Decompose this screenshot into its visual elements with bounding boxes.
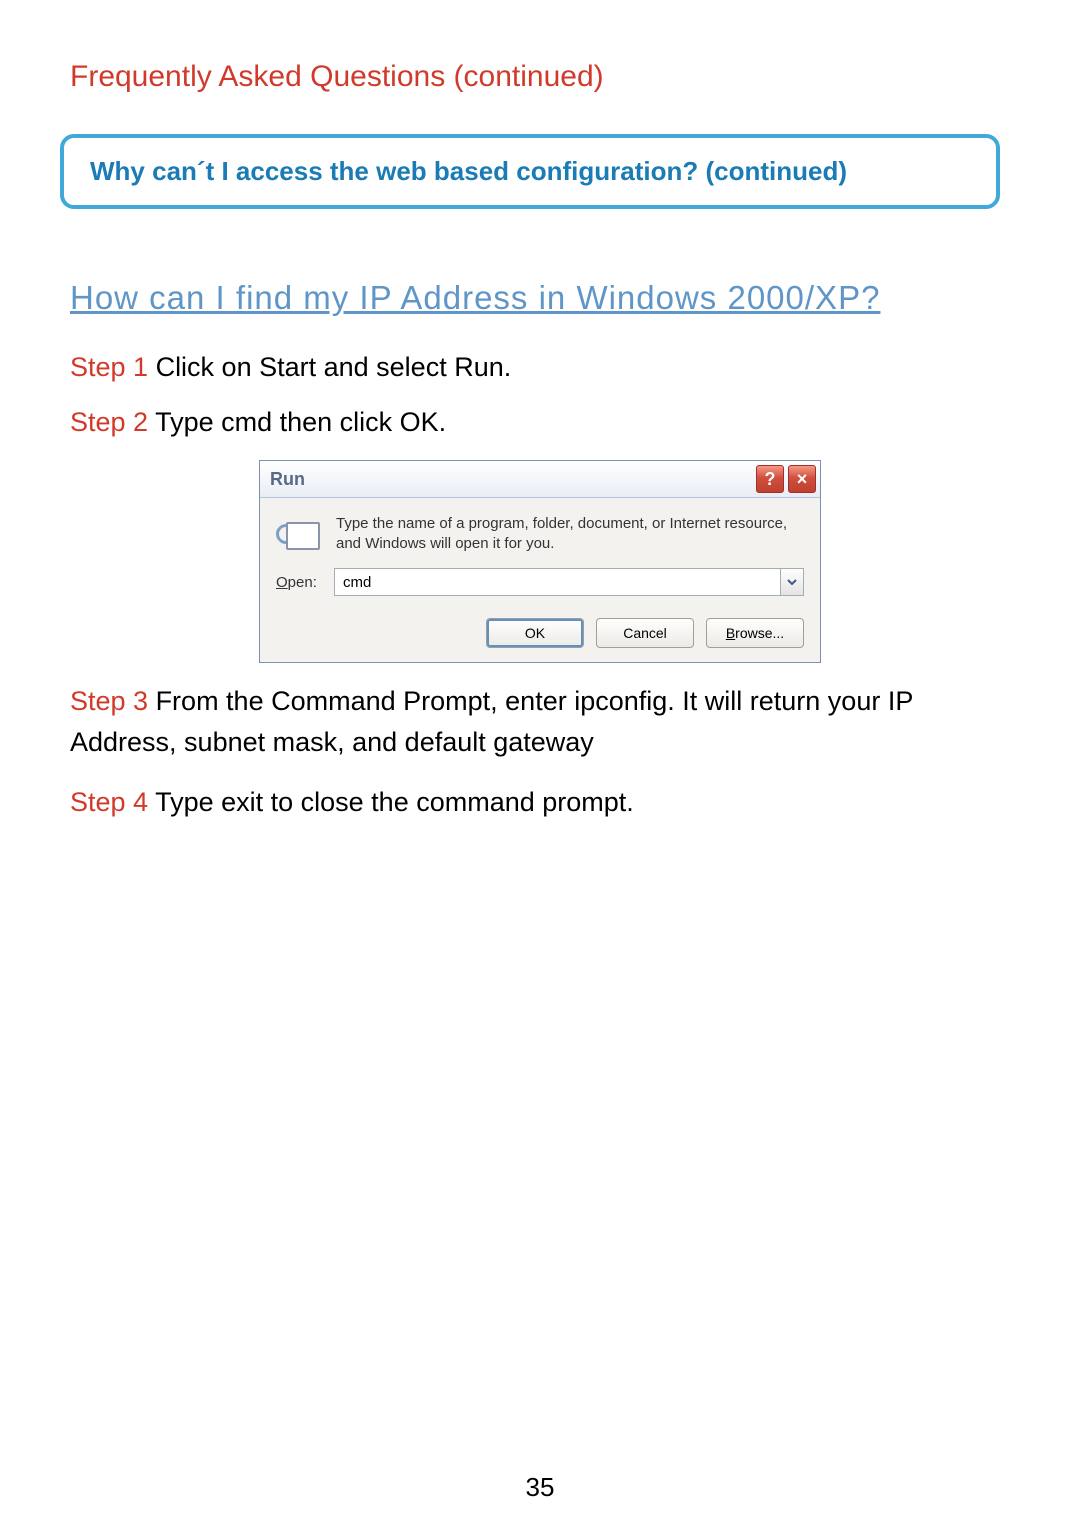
step-2: Step 2 Type cmd then click OK.	[70, 402, 1010, 443]
step-4: Step 4 Type exit to close the command pr…	[70, 782, 1010, 823]
page-number: 35	[0, 1472, 1080, 1503]
run-dialog: Run ? × Type the name of a program, fold…	[259, 460, 821, 663]
step-label: Step 3	[70, 686, 148, 716]
browse-button[interactable]: Browse...	[706, 618, 804, 648]
step-text: From the Command Prompt, enter ipconfig.…	[70, 686, 913, 757]
step-label: Step 4	[70, 787, 148, 817]
open-input[interactable]: cmd	[334, 568, 781, 596]
titlebar: Run ? ×	[260, 461, 820, 498]
titlebar-title: Run	[270, 469, 752, 490]
chevron-down-icon[interactable]	[781, 568, 804, 596]
page-header: Frequently Asked Questions (continued)	[70, 60, 1010, 94]
close-button[interactable]: ×	[788, 465, 816, 493]
run-dialog-container: Run ? × Type the name of a program, fold…	[70, 460, 1010, 663]
step-text: Type exit to close the command prompt.	[148, 787, 634, 817]
step-text: Click on Start and select Run.	[148, 352, 511, 382]
step-label: Step 1	[70, 352, 148, 382]
dialog-body: Type the name of a program, folder, docu…	[260, 498, 820, 662]
step-text: Type cmd then click OK.	[148, 407, 446, 437]
step-3: Step 3 From the Command Prompt, enter ip…	[70, 681, 1010, 762]
cancel-button[interactable]: Cancel	[596, 618, 694, 648]
open-combobox[interactable]: cmd	[334, 568, 804, 596]
step-label: Step 2	[70, 407, 148, 437]
banner-text: Why can´t I access the web based configu…	[90, 156, 847, 186]
section-heading: How can I find my IP Address in Windows …	[70, 279, 1010, 317]
help-button[interactable]: ?	[756, 465, 784, 493]
ok-button[interactable]: OK	[486, 618, 584, 648]
step-1: Step 1 Click on Start and select Run.	[70, 347, 1010, 388]
run-icon	[276, 514, 320, 554]
open-label: Open:	[276, 574, 322, 591]
info-banner: Why can´t I access the web based configu…	[60, 134, 1000, 209]
run-description: Type the name of a program, folder, docu…	[336, 514, 804, 553]
